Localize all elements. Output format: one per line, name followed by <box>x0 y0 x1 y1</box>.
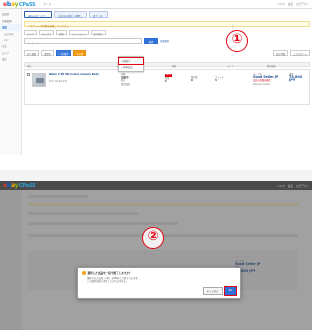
store-cell: ストア名 Good Seller JP 出品の詳細を確認 ship via co… <box>253 73 278 86</box>
qty-cell: NEW 数量 1 <box>165 73 172 84</box>
help-link[interactable]: ヘルプ <box>277 2 285 6</box>
price-value: 74,800 JPY <box>289 75 303 83</box>
select-all-button[interactable]: 全て選択 <box>24 49 40 56</box>
dialog-buttons: キャンセル OK <box>202 285 238 297</box>
shipping-note: ship via courier <box>253 82 270 86</box>
column-header: 価格 <box>172 65 177 69</box>
tab-active-listings[interactable]: 出品中の商品（48件） <box>54 11 87 18</box>
filter-format[interactable]: フォーマット <box>68 30 89 36</box>
logo-suffix: CPaSS <box>18 1 36 8</box>
app-logo[interactable]: ebayCPaSS <box>3 182 36 189</box>
search-row: キーワード 検索 詳細検索 <box>24 38 310 45</box>
action-bar-right: 表示件数 エクスポート <box>273 49 310 56</box>
logo-letter-y: y <box>14 0 19 8</box>
step-marker-1: ① <box>226 30 248 52</box>
dialog-line: この操作は取り消すことができません。 <box>87 280 129 284</box>
bulk-action-button[interactable]: 一括操作 <box>56 49 72 56</box>
step-marker-2: ② <box>142 227 164 249</box>
export-button[interactable]: エクスポート <box>290 49 310 56</box>
logout-link[interactable]: ログアウト <box>296 2 309 6</box>
modal-overlay[interactable] <box>0 190 312 330</box>
warning-banner: アカウントの状態を確認してください <box>24 21 310 28</box>
table-header: 商品 在庫 価格 ストア 販売価格 <box>24 62 310 69</box>
logout-link[interactable]: ログアウト <box>296 184 309 188</box>
ok-button[interactable]: OK <box>222 285 238 297</box>
settings-link[interactable]: 設定 <box>288 184 293 188</box>
tab-all-listings[interactable]: eBay出品（全て） <box>24 11 53 18</box>
more-actions-button[interactable]: その他 <box>73 49 87 56</box>
table-row: Nikon Z 6II Mirrorless Camera Body SKU: … <box>24 69 310 105</box>
format-value: 固定価格 <box>121 82 130 86</box>
cancel-button[interactable]: キャンセル <box>202 287 223 295</box>
app-logo[interactable]: ebayCPaSS <box>3 0 36 8</box>
confirm-dialog: 選択した出品を一括で終了しますか？ 選択された出品（1件）がeBay上で終了され… <box>77 267 241 299</box>
search-input[interactable]: キーワード <box>24 38 142 45</box>
watch-value: 3 <box>215 79 217 83</box>
sidebar-item-listing-manage[interactable]: 出品管理 <box>0 31 21 38</box>
dialog-body: 選択された出品（1件）がeBay上で終了されます。 この操作は取り消すことができ… <box>82 277 236 283</box>
column-header: 販売価格 <box>267 65 276 69</box>
listing-sku: SKU: NK-Z6-002 <box>49 80 68 83</box>
top-home-link[interactable]: ホーム <box>43 2 51 6</box>
sold-value: 0 <box>191 79 193 83</box>
settings-link[interactable]: 設定 <box>288 2 293 6</box>
action-bar: 全て選択 選択中 一括操作 その他 表示件数 エクスポート 一括終了 一括再出品 <box>24 49 310 72</box>
column-header: 商品 <box>27 65 32 69</box>
selected-button[interactable]: 選択中 <box>41 49 55 56</box>
top-bar-dark: ebayCPaSS ヘルプ 設定 ログアウト <box>0 181 312 190</box>
sidebar: 出品者 在庫管理 出品 出品管理 CSV 注文 ストア 設定 <box>0 9 22 155</box>
dialog-title: 選択した出品を一括で終了しますか？ <box>87 272 132 275</box>
tab-ended[interactable]: 終了（0） <box>88 11 108 18</box>
sidebar-item-orders[interactable]: 注文 <box>0 43 21 50</box>
help-link[interactable]: ヘルプ <box>277 184 285 188</box>
row-checkbox[interactable] <box>27 73 30 76</box>
sidebar-item-settings[interactable]: 設定 <box>0 56 21 63</box>
bulk-action-dropdown: 一括終了 一括再出品 <box>118 56 144 72</box>
top-bar: ebayCPaSS ホーム ヘルプ 設定 ログアウト <box>0 0 312 9</box>
main-content: eBay出品（全て） 出品中の商品（48件） 終了（0） アカウントの状態を確認… <box>24 11 310 153</box>
tab-bar: eBay出品（全て） 出品中の商品（48件） 終了（0） <box>24 11 310 18</box>
status-cell: 状態 出品中 形式 固定価格 <box>121 73 130 86</box>
dropdown-item-bulk-relist[interactable]: 一括再出品 <box>119 64 143 70</box>
column-header: ストア <box>227 65 234 69</box>
logo-letter-y: y <box>14 182 19 189</box>
product-thumbnail[interactable] <box>32 73 46 87</box>
logo-suffix: CPaSS <box>18 183 36 189</box>
search-button[interactable]: 検索 <box>144 38 158 44</box>
sidebar-item-store[interactable]: ストア <box>0 50 21 57</box>
sidebar-item-listing[interactable]: 出品 <box>0 24 21 31</box>
advanced-search-link[interactable]: 詳細検索 <box>160 39 169 43</box>
price-cell: 価格 74,800 JPY <box>289 73 309 83</box>
filter-category[interactable]: カテゴリ <box>38 30 55 36</box>
screenshot-panel-2: ebayCPaSS ヘルプ 設定 ログアウト ストア名 Good Seller … <box>0 170 312 330</box>
filter-store[interactable]: ストア <box>24 30 37 36</box>
filter-sort[interactable]: 並び替え <box>90 30 106 36</box>
top-right-links: ヘルプ 設定 ログアウト <box>277 2 309 6</box>
filter-row: ストア カテゴリ 状態 フォーマット 並び替え <box>24 30 310 36</box>
sidebar-item-inventory[interactable]: 在庫管理 <box>0 18 21 25</box>
sidebar-item-seller[interactable]: 出品者 <box>0 11 21 18</box>
dialog-header: 選択した出品を一括で終了しますか？ <box>82 271 236 275</box>
sold-cell: 販売数 0 <box>191 76 198 82</box>
screenshot-panel-1: ebayCPaSS ホーム ヘルプ 設定 ログアウト 出品者 在庫管理 出品 出… <box>0 0 312 155</box>
listing-title-link[interactable]: Nikon Z 6II Mirrorless Camera Body <box>49 73 109 76</box>
qty-value: 1 <box>165 80 167 84</box>
warning-icon <box>82 271 86 275</box>
top-right-links: ヘルプ 設定 ログアウト <box>277 184 309 188</box>
filter-condition[interactable]: 状態 <box>56 30 67 36</box>
page-size-button[interactable]: 表示件数 <box>273 49 289 56</box>
watch-cell: ウォッチ 3 <box>215 76 224 82</box>
